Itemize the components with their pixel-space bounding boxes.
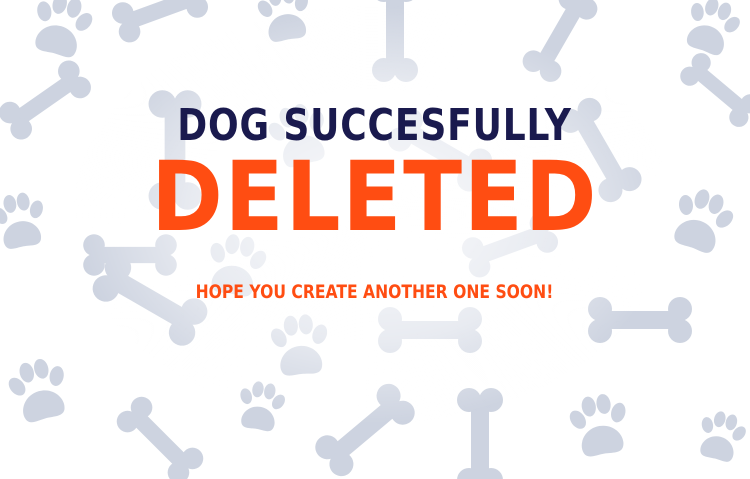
- title-line-2: DELETED: [151, 141, 599, 253]
- subtitle-message: HOPE YOU CREATE ANOTHER ONE SOON!: [195, 281, 554, 303]
- deletion-confirmation-page: DOG SUCCESFULLY DELETED HOPE YOU CREATE …: [0, 0, 750, 479]
